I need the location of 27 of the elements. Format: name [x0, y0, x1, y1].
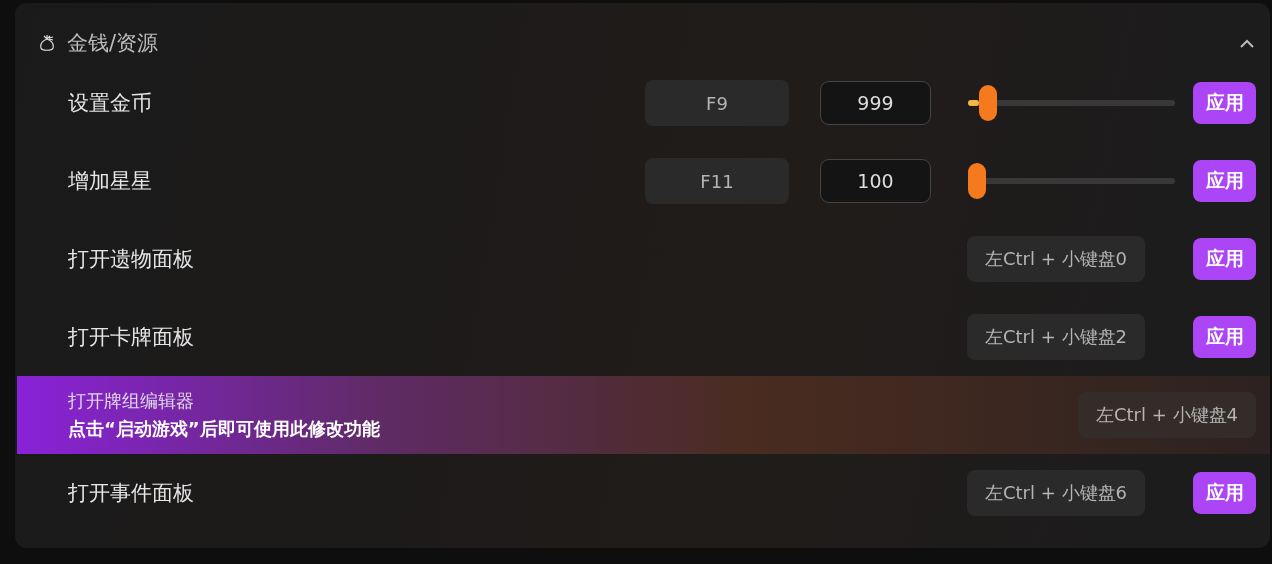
apply-button[interactable]: 应用: [1193, 82, 1256, 124]
section-title: 金钱/资源: [67, 30, 160, 57]
apply-button[interactable]: 应用: [1193, 238, 1256, 280]
apply-button[interactable]: 应用: [1193, 472, 1256, 514]
money-bag-icon: [39, 34, 55, 52]
hotkey-badge[interactable]: 左Ctrl + 小键盘4: [1078, 392, 1256, 438]
setting-label: 打开牌组编辑器: [68, 389, 195, 413]
setting-label: 打开卡牌面板: [68, 324, 195, 351]
hotkey-badge[interactable]: 左Ctrl + 小键盘2: [967, 314, 1145, 360]
hotkey-badge[interactable]: 左Ctrl + 小键盘0: [967, 236, 1145, 282]
setting-label: 增加星星: [68, 168, 153, 195]
slider[interactable]: [968, 163, 1175, 199]
value-field[interactable]: 100: [820, 159, 931, 203]
apply-button[interactable]: 应用: [1193, 160, 1256, 202]
slider-thumb[interactable]: [968, 163, 986, 199]
collapse-chevron-icon[interactable]: [1240, 38, 1254, 48]
setting-label: 打开遗物面板: [68, 246, 195, 273]
hotkey-badge[interactable]: F11: [645, 158, 789, 204]
tooltip-message: 点击“启动游戏”后即可使用此修改功能: [68, 417, 381, 441]
hotkey-badge[interactable]: 左Ctrl + 小键盘6: [967, 470, 1145, 516]
slider-thumb[interactable]: [979, 85, 998, 121]
setting-label: 打开事件面板: [68, 480, 195, 507]
setting-label: 设置金币: [68, 90, 153, 117]
value-field[interactable]: 999: [820, 81, 931, 125]
slider[interactable]: [968, 85, 1175, 121]
hotkey-badge[interactable]: F9: [645, 80, 789, 126]
apply-button[interactable]: 应用: [1193, 316, 1256, 358]
